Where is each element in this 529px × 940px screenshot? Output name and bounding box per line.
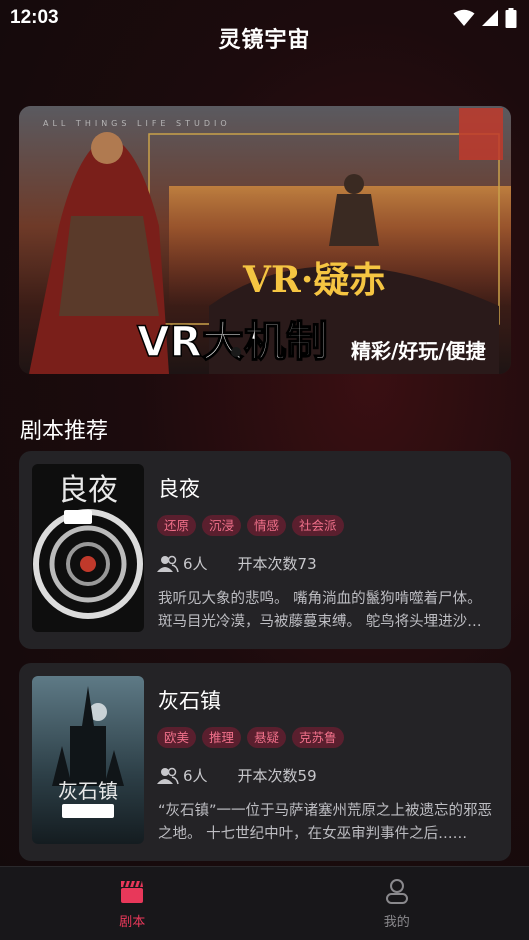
person-icon	[385, 879, 408, 904]
people-icon	[157, 767, 179, 784]
banner-logo-text: VR·疑赤	[242, 259, 385, 301]
play-count: 开本次数59	[237, 767, 317, 785]
player-count: 6人	[183, 555, 208, 573]
script-meta: 6人 开本次数73	[157, 553, 317, 574]
carousel-indicator[interactable]	[231, 347, 241, 357]
tag: 悬疑	[247, 727, 287, 748]
player-count: 6人	[183, 767, 208, 785]
tag: 推理	[202, 727, 242, 748]
tag: 社会派	[292, 515, 344, 536]
people-icon	[157, 555, 179, 572]
tag-list: 欧美 推理 悬疑 克苏鲁	[157, 727, 344, 748]
cover-title-text: 良夜	[58, 473, 118, 508]
script-title: 良夜	[158, 477, 200, 501]
promo-banner[interactable]: VR·疑赤 ALL THINGS LIFE STUDIO VR大机制 精彩/好玩…	[19, 106, 511, 374]
bottom-nav: 剧本 我的	[0, 866, 529, 940]
banner-artwork: VR·疑赤 ALL THINGS LIFE STUDIO VR大机制 精彩/好玩…	[19, 106, 511, 374]
banner-tagline: 精彩/好玩/便捷	[351, 339, 487, 363]
tag: 欧美	[157, 727, 197, 748]
tag-list: 还原 沉浸 情感 社会派	[157, 515, 344, 536]
cover-title-text: 灰石镇	[58, 779, 118, 803]
script-card-huishizhen[interactable]: 灰石镇 灰石镇 欧美 推理 悬疑 克苏鲁 6人 开本次数59 “灰石镇”一一位于…	[19, 663, 511, 861]
script-description: 我听见大象的悲鸣。 嘴角淌血的鬣狗啃噬着尸体。 斑马目光冷漠，马被藤蔓束缚。 鸵…	[158, 591, 482, 630]
play-count: 开本次数73	[237, 555, 317, 573]
banner-studio-text: ALL THINGS LIFE STUDIO	[43, 119, 231, 128]
script-title: 灰石镇	[158, 689, 221, 713]
clapperboard-icon	[121, 880, 144, 903]
banner-headline: VR大机制	[137, 317, 328, 366]
nav-item-mine[interactable]: 我的	[265, 867, 529, 940]
tag: 克苏鲁	[292, 727, 344, 748]
nav-label: 剧本	[119, 915, 146, 930]
script-cover: 灰石镇	[32, 676, 144, 844]
script-meta: 6人 开本次数59	[157, 765, 317, 786]
tag: 还原	[157, 515, 197, 536]
script-card-liangye[interactable]: 良夜 良夜 还原 沉浸 情感 社会派 6人 开本次数73 我听见大象的悲鸣。 嘴…	[19, 451, 511, 649]
tag: 沉浸	[202, 515, 242, 536]
section-title: 剧本推荐	[20, 419, 109, 444]
app-title: 灵镜宇宙	[218, 28, 311, 53]
nav-label: 我的	[383, 915, 410, 930]
nav-item-scripts[interactable]: 剧本	[0, 867, 265, 940]
tag: 情感	[247, 515, 287, 536]
script-cover: 良夜	[32, 464, 144, 632]
script-description: “灰石镇”一一位于马萨诸塞州荒原之上被遗忘的邪恶之地。 十七世纪中叶，在女巫审判…	[158, 803, 493, 842]
